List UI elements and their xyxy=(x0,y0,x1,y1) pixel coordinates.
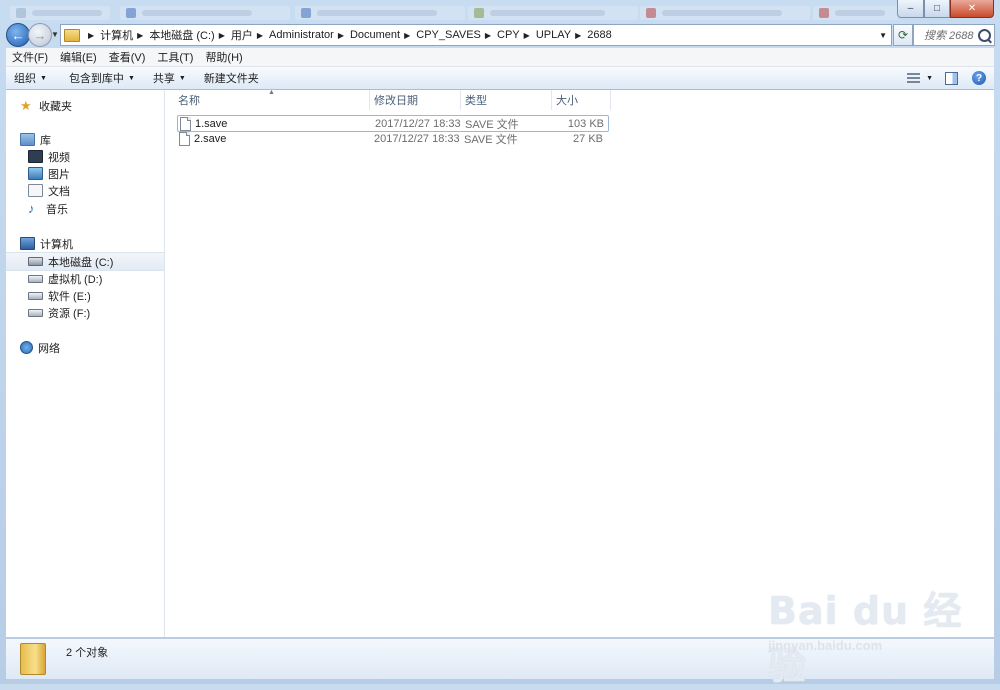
nav-library-videos[interactable]: 视频 xyxy=(28,148,164,165)
drive-icon xyxy=(28,274,43,283)
menu-help[interactable]: 帮助(H) xyxy=(199,49,248,65)
arrow-right-icon: → xyxy=(33,27,47,43)
breadcrumb-computer[interactable]: 计算机 ▶ xyxy=(100,27,149,43)
star-icon: ★ xyxy=(20,97,32,113)
address-bar[interactable]: ▶ 计算机 ▶ 本地磁盘 (C:) ▶ 用户 ▶ Administrator ▶ Doc… xyxy=(60,24,892,46)
column-header-type[interactable]: 类型 xyxy=(461,90,552,110)
nav-library-music[interactable]: ♪ 音乐 xyxy=(28,200,164,217)
file-icon xyxy=(179,132,190,146)
breadcrumb-document[interactable]: Document ▶ xyxy=(350,29,416,41)
nav-drive-e[interactable]: 软件 (E:) xyxy=(28,287,164,304)
column-header-date[interactable]: 修改日期 xyxy=(370,90,461,110)
breadcrumb-2688[interactable]: 2688 xyxy=(587,29,611,41)
chevron-down-icon: ▼ xyxy=(127,74,135,82)
column-header-name[interactable]: ▲ 名称 xyxy=(165,89,370,110)
file-row[interactable]: 2.save 2017/12/27 18:33 SAVE 文件 27 KB xyxy=(177,131,607,146)
refresh-icon: ⟳ xyxy=(897,28,909,42)
new-folder-button[interactable]: 新建文件夹 xyxy=(196,70,267,86)
chevron-right-icon[interactable]: ▶ xyxy=(219,31,225,40)
computer-icon xyxy=(20,237,35,250)
folder-icon xyxy=(20,643,46,675)
network-icon xyxy=(20,341,33,354)
chevron-right-icon[interactable]: ▶ xyxy=(257,31,263,40)
drive-icon xyxy=(28,308,43,317)
menu-file[interactable]: 文件(F) xyxy=(6,49,54,65)
nav-computer[interactable]: 计算机 xyxy=(20,235,164,252)
breadcrumb-cpy-saves[interactable]: CPY_SAVES ▶ xyxy=(416,29,497,41)
video-icon xyxy=(28,150,43,163)
chevron-down-icon: ▼ xyxy=(40,74,47,82)
document-icon xyxy=(28,184,43,197)
organize-button[interactable]: 组织 ▼ xyxy=(6,70,55,86)
nav-drive-c[interactable]: 本地磁盘 (C:) xyxy=(6,252,164,271)
nav-drive-d[interactable]: 虚拟机 (D:) xyxy=(28,270,164,287)
nav-network[interactable]: 网络 xyxy=(20,339,164,356)
file-list-pane: ▲ 名称 修改日期 类型 大小 1.save 2017/12/27 18:33 … xyxy=(165,89,994,637)
share-button[interactable]: 共享 ▼ xyxy=(145,70,194,86)
file-icon xyxy=(180,117,191,131)
drive-icon xyxy=(28,257,43,266)
window-controls: – □ ✕ xyxy=(897,0,994,18)
chevron-down-icon: ▼ xyxy=(178,74,186,82)
help-icon[interactable]: ? xyxy=(972,71,986,85)
background-tabs xyxy=(0,0,900,22)
drive-icon xyxy=(28,291,43,300)
nav-favorites[interactable]: ★ 收藏夹 xyxy=(20,97,164,114)
view-options-icon[interactable] xyxy=(907,72,921,84)
chevron-right-icon[interactable]: ▶ xyxy=(338,31,344,40)
breadcrumb-users[interactable]: 用户 ▶ xyxy=(231,27,269,43)
chevron-right-icon[interactable]: ▶ xyxy=(524,31,530,40)
maximize-button[interactable]: □ xyxy=(924,0,950,18)
chevron-right-icon: ▶ xyxy=(88,30,95,40)
nav-libraries[interactable]: 库 xyxy=(20,131,164,148)
chevron-right-icon[interactable]: ▶ xyxy=(575,31,581,40)
menu-bar: 文件(F) 编辑(E) 查看(V) 工具(T) 帮助(H) xyxy=(6,48,994,67)
command-bar: 组织 ▼ 包含到库中 ▼ 共享 ▼ 新建文件夹 ▼ ? xyxy=(6,67,994,90)
back-button[interactable]: ← xyxy=(6,23,30,47)
music-icon: ♪ xyxy=(28,201,35,216)
explorer-window: – □ ✕ ← → ▼ ▶ 计算机 ▶ 本地磁盘 (C:) ▶ 用户 ▶ Admini… xyxy=(0,0,1000,688)
folder-icon xyxy=(64,28,80,42)
nav-library-pictures[interactable]: 图片 xyxy=(28,165,164,182)
sort-arrow-icon: ▲ xyxy=(268,89,275,96)
chevron-down-icon[interactable]: ▼ xyxy=(926,75,933,82)
minimize-button[interactable]: – xyxy=(897,0,924,18)
close-button[interactable]: ✕ xyxy=(950,0,994,18)
watermark: Bai du 经验 jingyan.baidu.com xyxy=(768,580,1000,690)
file-row[interactable]: 1.save 2017/12/27 18:33 SAVE 文件 103 KB xyxy=(177,115,609,132)
chevron-right-icon[interactable]: ▶ xyxy=(137,31,143,40)
breadcrumb-local-disk[interactable]: 本地磁盘 (C:) ▶ xyxy=(149,27,231,43)
search-input[interactable]: 搜索 2688 xyxy=(913,24,995,46)
picture-icon xyxy=(28,167,43,180)
forward-button[interactable]: → xyxy=(28,23,52,47)
refresh-button[interactable]: ⟳ xyxy=(893,24,913,46)
address-dropdown-icon[interactable]: ▼ xyxy=(879,31,887,40)
arrow-left-icon: ← xyxy=(11,27,25,43)
library-icon xyxy=(20,133,35,146)
item-count: 2 个对象 xyxy=(66,647,109,659)
breadcrumb-cpy[interactable]: CPY ▶ xyxy=(497,29,536,41)
chevron-right-icon[interactable]: ▶ xyxy=(404,31,410,40)
column-header-size[interactable]: 大小 xyxy=(552,90,611,110)
preview-pane-icon[interactable] xyxy=(945,71,958,85)
nav-library-documents[interactable]: 文档 xyxy=(28,182,164,199)
breadcrumb-uplay[interactable]: UPLAY ▶ xyxy=(536,29,587,41)
navigation-pane: ★ 收藏夹 库 视频 图片 文档 ♪ 音乐 计算机 本地磁盘 (C:) 虚拟机 … xyxy=(6,90,165,637)
watermark-url: jingyan.baidu.com xyxy=(768,638,883,653)
search-icon xyxy=(978,28,991,42)
menu-tools[interactable]: 工具(T) xyxy=(151,49,199,65)
breadcrumb-administrator[interactable]: Administrator ▶ xyxy=(269,29,350,41)
chevron-right-icon[interactable]: ▶ xyxy=(485,31,491,40)
recent-pages-dropdown[interactable]: ▼ xyxy=(51,30,59,39)
menu-view[interactable]: 查看(V) xyxy=(103,49,152,65)
menu-edit[interactable]: 编辑(E) xyxy=(54,49,103,65)
nav-drive-f[interactable]: 资源 (F:) xyxy=(28,304,164,321)
include-in-library-button[interactable]: 包含到库中 ▼ xyxy=(61,70,143,86)
